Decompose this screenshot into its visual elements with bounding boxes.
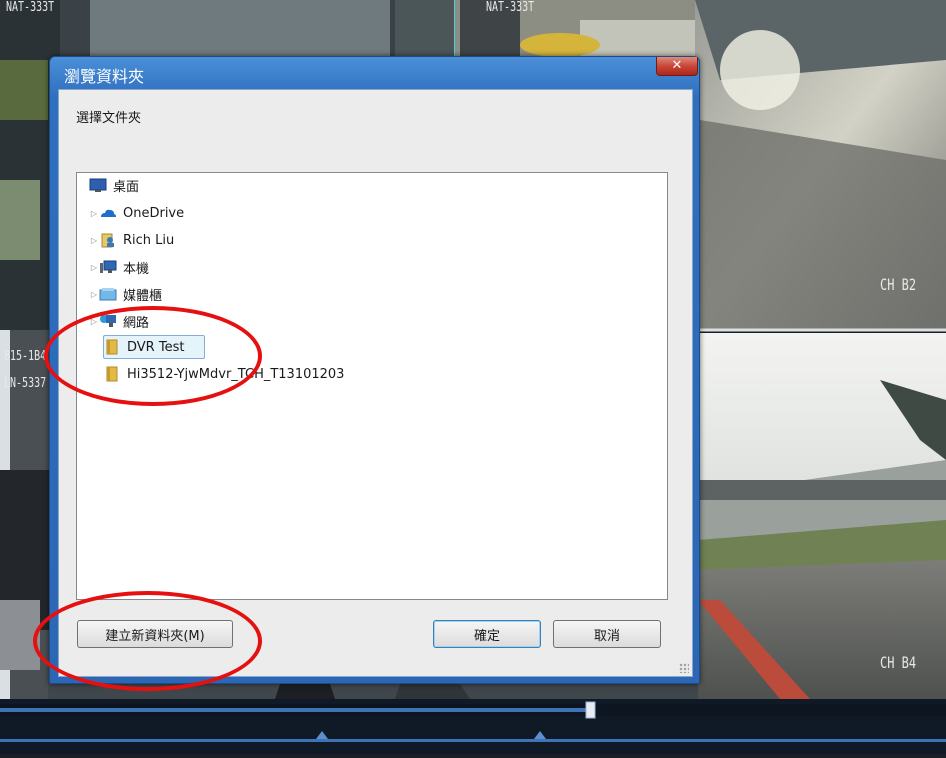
cancel-button[interactable]: 取消 [553, 620, 661, 648]
tree-item-desktop[interactable]: 桌面 [89, 174, 139, 196]
expand-arrow-icon[interactable]: ▷ [89, 236, 99, 245]
camera-label-ch-b4: CH B4 [880, 653, 917, 673]
camera-label-top-left: NAT-333T [6, 0, 55, 15]
tree-item-label: Rich Liu [123, 232, 175, 248]
tree-item-libraries[interactable]: ▷ 媒體櫃 [89, 283, 162, 305]
camera-label-left-a: B15-1B4 [4, 349, 47, 364]
expand-arrow-icon[interactable]: ▷ [89, 290, 99, 299]
timeline-graphics [0, 701, 946, 742]
timeline-slider-handle [585, 701, 596, 719]
resize-grip-icon[interactable] [679, 663, 689, 673]
tree-item-label: 媒體櫃 [123, 288, 163, 304]
libraries-icon [99, 286, 117, 302]
tree-item-rich-liu[interactable]: ▷ Rich Liu [89, 229, 174, 251]
dialog-title: 瀏覽資料夾 [64, 67, 145, 86]
timeline-track [0, 739, 946, 742]
expand-arrow-icon[interactable]: ▷ [89, 209, 99, 218]
annotation-circle-dvr-test [44, 306, 262, 406]
expand-arrow-icon[interactable]: ▷ [89, 263, 99, 272]
tree-item-label: 本機 [123, 261, 150, 277]
timeline-marker-icon [316, 731, 328, 739]
tree-item-this-pc[interactable]: ▷ 本機 [89, 256, 149, 278]
timeline-progress-bar [0, 708, 590, 712]
tree-item-label: OneDrive [123, 205, 185, 221]
close-button[interactable]: ✕ [656, 57, 698, 76]
desktop-icon [89, 177, 107, 193]
camera-label-ch-b2: CH B2 [880, 275, 917, 295]
playback-timeline [0, 699, 946, 754]
tree-item-onedrive[interactable]: ▷ OneDrive [89, 202, 184, 224]
tree-item-label: 桌面 [113, 179, 140, 195]
user-folder-icon [99, 232, 117, 248]
ok-button[interactable]: 確定 [433, 620, 541, 648]
camera-label-top-mid: NAT-333T [486, 0, 535, 15]
camera-label-left-b: LN-5337 [4, 376, 47, 391]
dialog-prompt: 選擇文件夾 [76, 111, 142, 126]
timeline-marker-icon [534, 731, 546, 739]
annotation-circle-new-folder [33, 591, 262, 691]
computer-icon [99, 259, 117, 275]
onedrive-cloud-icon [99, 205, 117, 221]
